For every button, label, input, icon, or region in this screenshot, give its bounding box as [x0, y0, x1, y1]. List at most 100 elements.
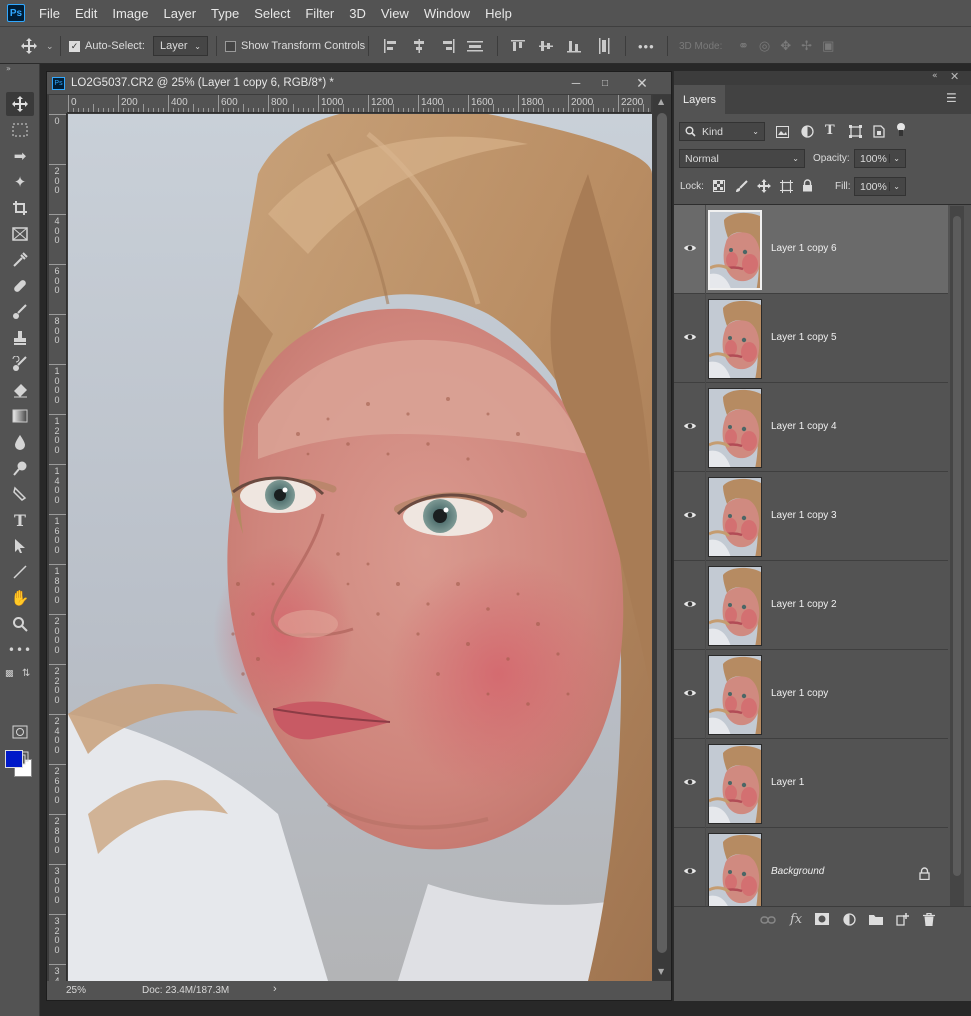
3d-pan-icon[interactable]: ✥ — [780, 38, 791, 54]
clone-stamp-tool[interactable] — [6, 326, 34, 350]
layer-name[interactable]: Layer 1 — [771, 777, 804, 788]
move-tool-preset[interactable]: ⌄ — [20, 27, 54, 65]
menu-window[interactable]: Window — [424, 6, 470, 21]
layer-row[interactable]: Background — [674, 828, 948, 917]
link-layers-icon[interactable] — [760, 915, 776, 925]
swap-colors-icon[interactable]: ⇅ — [22, 668, 30, 679]
layer-thumbnail[interactable] — [708, 655, 762, 735]
layer-name[interactable]: Layer 1 copy 5 — [771, 332, 837, 343]
horizontal-ruler[interactable]: 0 200 400 600 800 1000 1200 1400 1600 1800 2000 220… — [67, 95, 651, 113]
layer-thumbnail[interactable] — [708, 744, 762, 824]
layer-thumbnail[interactable] — [708, 833, 762, 913]
hand-tool[interactable]: ✋ — [6, 586, 34, 610]
visibility-toggle[interactable] — [674, 294, 706, 383]
line-tool[interactable] — [6, 560, 34, 584]
dodge-tool[interactable] — [6, 456, 34, 480]
layer-row[interactable]: Layer 1 copy 6 — [674, 205, 948, 294]
tab-layers[interactable]: Layers — [674, 85, 725, 114]
collapse-toolbar-icon[interactable]: » — [6, 64, 11, 73]
lock-artboard-icon[interactable] — [780, 180, 793, 193]
brush-tool[interactable] — [6, 300, 34, 324]
delete-layer-icon[interactable] — [923, 913, 935, 926]
align-center-h-icon[interactable] — [411, 38, 427, 54]
layer-style-fx-icon[interactable]: fx — [790, 912, 802, 927]
marquee-tool[interactable] — [6, 118, 34, 142]
adjustment-filter-icon[interactable] — [801, 125, 814, 138]
smart-object-filter-icon[interactable] — [873, 125, 885, 138]
scroll-down-icon[interactable]: ▼ — [658, 967, 664, 976]
menu-type[interactable]: Type — [211, 6, 239, 21]
layer-lock-icon[interactable] — [919, 867, 930, 880]
menu-help[interactable]: Help — [485, 6, 512, 21]
visibility-toggle[interactable] — [674, 472, 706, 561]
auto-select-checkbox[interactable]: ✓ — [69, 40, 80, 52]
type-tool[interactable]: T — [6, 508, 34, 532]
history-brush-tool[interactable] — [6, 352, 34, 376]
quick-mask-button[interactable] — [6, 720, 34, 744]
layers-scrollbar[interactable] — [950, 206, 964, 906]
visibility-toggle[interactable] — [674, 650, 706, 739]
layer-row[interactable]: Layer 1 copy — [674, 650, 948, 739]
minimize-button[interactable]: ─ — [563, 72, 589, 94]
distribute-icon[interactable] — [466, 27, 484, 65]
visibility-toggle[interactable] — [674, 561, 706, 650]
scroll-up-icon[interactable]: ▲ — [658, 97, 664, 106]
layer-name[interactable]: Layer 1 copy 2 — [771, 599, 837, 610]
layer-name[interactable]: Layer 1 copy 4 — [771, 421, 837, 432]
layer-name[interactable]: Layer 1 copy 3 — [771, 510, 837, 521]
crop-tool[interactable] — [6, 196, 34, 220]
collapse-panel-icon[interactable]: « — [932, 71, 938, 81]
align-left-icon[interactable] — [382, 38, 398, 54]
layer-row[interactable]: Layer 1 copy 2 — [674, 561, 948, 650]
layer-name[interactable]: Layer 1 copy 6 — [771, 243, 837, 254]
visibility-toggle[interactable] — [674, 739, 706, 828]
lasso-tool[interactable]: ➡ — [6, 144, 34, 168]
fill-field[interactable]: 100% ⌄ — [854, 177, 906, 196]
vertical-ruler[interactable]: 0 2 0 0 4 0 0 6 0 0 8 0 0 1 0 0 0 1 2 0 0 1 4 0… — [49, 113, 67, 981]
new-adjustment-layer-icon[interactable] — [843, 913, 856, 926]
3d-camera-icon[interactable]: ▣ — [822, 38, 834, 54]
lock-transparent-icon[interactable] — [713, 180, 725, 192]
add-mask-icon[interactable] — [815, 913, 829, 925]
scrollbar-thumb[interactable] — [657, 113, 667, 953]
menu-image[interactable]: Image — [112, 6, 148, 21]
path-select-tool[interactable] — [6, 534, 34, 558]
menu-layer[interactable]: Layer — [164, 6, 197, 21]
layers-scrollbar-thumb[interactable] — [953, 216, 961, 876]
vertical-scrollbar[interactable]: ▲ ▼ — [653, 95, 671, 981]
zoom-level[interactable]: 25% — [66, 985, 86, 996]
align-top-icon[interactable] — [510, 38, 526, 54]
shape-filter-icon[interactable] — [849, 125, 862, 138]
zoom-tool[interactable] — [6, 612, 34, 636]
lock-all-icon[interactable] — [802, 179, 813, 192]
show-transform-checkbox[interactable] — [225, 40, 236, 52]
blur-tool[interactable] — [6, 430, 34, 454]
type-filter-icon[interactable]: T — [825, 123, 835, 138]
layer-row[interactable]: Layer 1 copy 5 — [674, 294, 948, 383]
layer-name[interactable]: Background — [771, 866, 824, 877]
new-group-folder-icon[interactable] — [869, 914, 883, 925]
visibility-toggle[interactable] — [674, 383, 706, 472]
visibility-toggle[interactable] — [674, 828, 706, 917]
layer-row[interactable]: Layer 1 — [674, 739, 948, 828]
eyedropper-tool[interactable] — [6, 248, 34, 272]
distribute-v-icon[interactable] — [596, 27, 612, 65]
layer-row[interactable]: Layer 1 copy 3 — [674, 472, 948, 561]
close-panel-icon[interactable]: ✕ — [950, 70, 959, 83]
filter-toggle[interactable] — [895, 121, 906, 138]
panel-menu-icon[interactable]: ☰ — [946, 91, 957, 105]
lock-position-icon[interactable] — [757, 179, 771, 193]
layer-thumbnail[interactable] — [708, 299, 762, 379]
lock-pixels-icon[interactable] — [735, 180, 748, 193]
default-colors-icon[interactable]: ▩ — [5, 669, 14, 679]
layer-thumbnail[interactable] — [708, 388, 762, 468]
menu-view[interactable]: View — [381, 6, 409, 21]
menu-edit[interactable]: Edit — [75, 6, 97, 21]
eraser-tool[interactable] — [6, 378, 34, 402]
align-middle-icon[interactable] — [538, 38, 554, 54]
new-layer-icon[interactable] — [896, 913, 909, 926]
3d-orbit-icon[interactable]: ⚭ — [738, 38, 749, 54]
layer-row[interactable]: Layer 1 copy 4 — [674, 383, 948, 472]
canvas-image[interactable] — [68, 114, 652, 981]
3d-slide-icon[interactable]: ✢ — [801, 38, 812, 54]
